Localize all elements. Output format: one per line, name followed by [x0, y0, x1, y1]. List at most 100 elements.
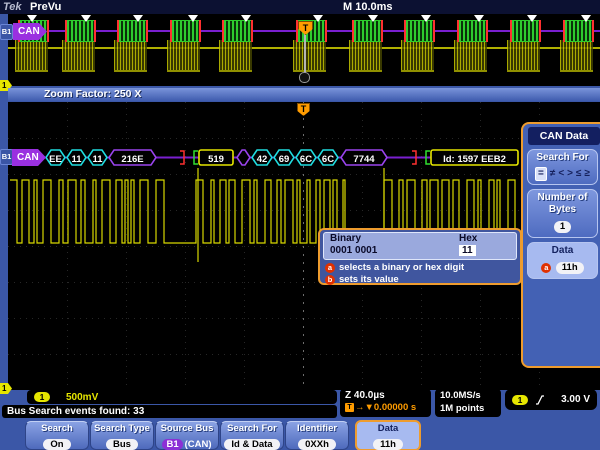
trigger-level: 3.00 V [561, 394, 590, 405]
knob-b-icon: b [325, 275, 335, 285]
operator-not-equal[interactable]: ≠ [550, 168, 556, 180]
hex-header: Hex [459, 233, 477, 244]
analog-burst [507, 40, 540, 72]
decode-field-text: Id: 1597 EEB2 [443, 154, 506, 165]
trigger-delay-text: →▼0.00000 s [355, 402, 416, 413]
channel1-scale: 500mV [66, 392, 98, 403]
menu-label: Search [26, 423, 88, 434]
zoom-scale-text: Z 40.0µs [345, 390, 431, 402]
search-event-marker-icon [27, 15, 37, 22]
side-menu-panel: CAN Data Search For =≠<>≤≥ Number of Byt… [521, 122, 600, 368]
analog-burst [114, 40, 147, 72]
bytes-label-line2: Bytes [528, 204, 597, 216]
menu-button-data[interactable]: Data 11h [355, 420, 421, 450]
search-event-marker-icon [188, 15, 198, 22]
decode-field-text: 7744 [353, 154, 375, 165]
can-frame-packet [563, 20, 594, 42]
menu-button-search-type[interactable]: Search Type Bus [90, 421, 154, 450]
data-label: Data [528, 245, 597, 257]
operator-greater-or-equal[interactable]: ≥ [585, 168, 591, 180]
decode-field-text: 519 [208, 154, 224, 165]
zoom-position-handle[interactable] [299, 72, 310, 83]
decode-field-box [237, 150, 250, 165]
acquisition-readout: 10.0MS/s 1M points [435, 389, 501, 417]
can-frame-packet [352, 20, 383, 42]
tek-logo: Tek [3, 1, 22, 13]
hint-row-b: b sets its value [325, 274, 520, 285]
oscilloscope-screen: Tek PreVu M 10.0ms T B1 CAN 1 Zoom Facto… [0, 0, 600, 450]
bus-tab-main: B1 [0, 149, 13, 165]
decode-field-text: 11 [92, 154, 103, 165]
menu-label: Identifier [286, 423, 348, 434]
sample-rate: 10.0MS/s [440, 390, 501, 403]
menu-button-identifier[interactable]: Identifier 0XXh [285, 421, 349, 450]
menu-value: Bus [106, 439, 138, 450]
operator-less-or-equal[interactable]: ≤ [576, 168, 582, 180]
hint-a-text: selects a binary or hex digit [339, 262, 464, 273]
analog-burst [167, 40, 200, 72]
bytes-value: 1 [554, 221, 571, 233]
record-length: 1M points [440, 403, 501, 416]
can-frame-packet [457, 20, 488, 42]
zoom-position-line[interactable] [304, 33, 306, 74]
can-frame-packet [222, 20, 253, 42]
search-event-marker-icon [581, 15, 591, 22]
trigger-t-icon: T [345, 403, 354, 412]
channel-scale-readout: 1 500mV [27, 390, 337, 404]
search-for-button[interactable]: Search For =≠<>≤≥ [527, 149, 598, 185]
operator-equals[interactable]: = [535, 167, 547, 181]
menu-label: Search For [221, 423, 283, 434]
search-event-marker-icon [133, 15, 143, 22]
operator-greater-than[interactable]: > [567, 168, 573, 180]
decode-field-text: 11 [71, 154, 82, 165]
menu-button-search-for[interactable]: Search For Id & Data [220, 421, 284, 450]
zoom-factor-bar: Zoom Factor: 250 X [8, 88, 600, 101]
top-bar: Tek PreVu M 10.0ms [0, 0, 600, 14]
can-frame-packet [65, 20, 96, 42]
can-frame-packet [117, 20, 148, 42]
search-event-marker-icon [368, 15, 378, 22]
knob-a-icon: a [541, 263, 551, 273]
analog-burst [560, 40, 593, 72]
hint-row-a: a selects a binary or hex digit [325, 262, 520, 273]
hint-b-text: sets its value [339, 274, 399, 285]
search-event-marker-icon [241, 15, 251, 22]
binary-value[interactable]: 0001 0001 [330, 245, 377, 256]
analog-burst [293, 40, 326, 72]
menu-button-search[interactable]: Search On [25, 421, 89, 450]
binary-header: Binary [330, 233, 361, 244]
menu-value: Id & Data [224, 439, 279, 450]
trigger-source-badge: 1 [512, 395, 528, 405]
number-of-bytes-button[interactable]: Number of Bytes 1 [527, 189, 598, 238]
analog-burst [62, 40, 95, 72]
menu-value: 11h [373, 439, 403, 450]
bus-badge: B1 [162, 439, 182, 450]
operator-row: =≠<>≤≥ [528, 167, 597, 181]
search-event-marker-icon [474, 15, 484, 22]
data-value-button[interactable]: Data a 11h [527, 242, 598, 279]
operator-less-than[interactable]: < [558, 168, 564, 180]
knob-a-icon: a [325, 263, 335, 273]
can-frame-packet [510, 20, 541, 42]
timebase-readout: M 10.0ms [343, 1, 393, 13]
can-frame-packet [170, 20, 201, 42]
can-frame-packet [404, 20, 435, 42]
search-event-marker-icon [421, 15, 431, 22]
decode-field-text: 69 [279, 154, 290, 165]
search-for-label: Search For [528, 152, 597, 164]
analog-burst [15, 40, 48, 72]
decode-field-text: 42 [257, 154, 268, 165]
search-event-marker-icon [313, 15, 323, 22]
menu-value: (CAN) [185, 439, 212, 450]
hex-value[interactable]: 11 [459, 245, 476, 256]
menu-value: 0XXh [298, 439, 336, 450]
search-event-marker-icon [527, 15, 537, 22]
data-value: 11h [556, 262, 584, 274]
menu-button-source-bus[interactable]: Source Bus B1(CAN) [155, 421, 219, 450]
trigger-readout: 1 3.00 V [505, 389, 597, 410]
acquisition-status: PreVu [30, 1, 61, 13]
menu-label: Search Type [91, 423, 153, 434]
analog-burst [219, 40, 252, 72]
decode-field-text: 6C [300, 154, 312, 165]
menu-label: Data [357, 423, 419, 434]
